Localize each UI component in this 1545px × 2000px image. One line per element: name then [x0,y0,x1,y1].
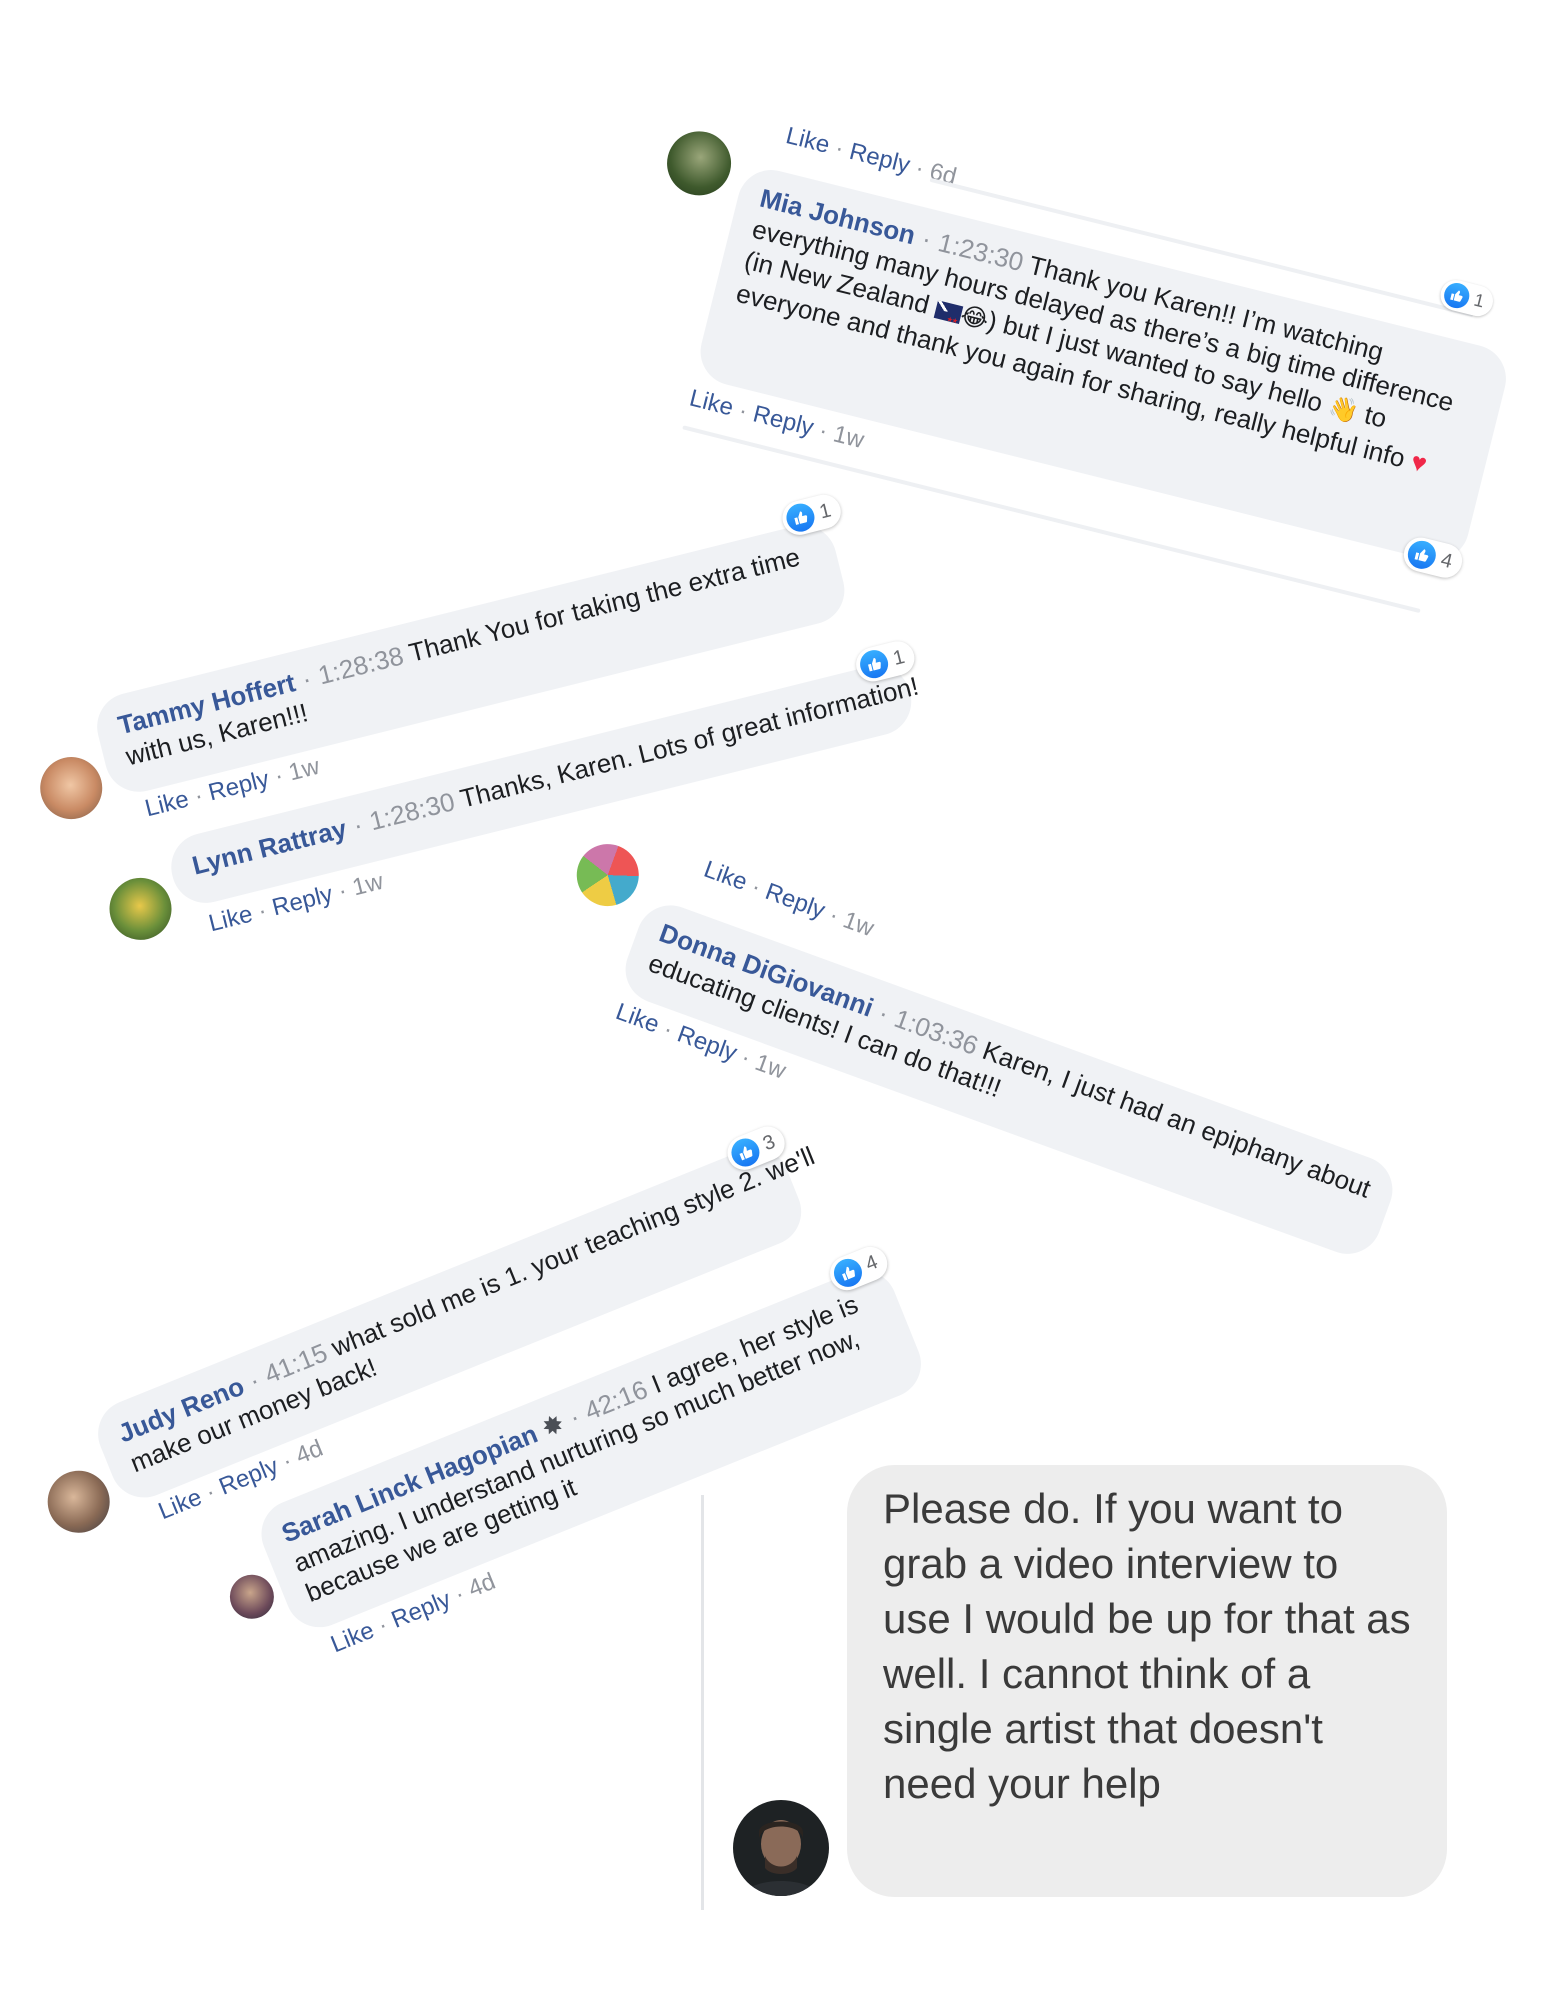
person-icon [733,1800,829,1896]
reply-link[interactable]: Reply [750,400,816,441]
like-link[interactable]: Like [206,900,255,937]
video-timestamp[interactable]: 1:28:30 [366,786,457,836]
waving-hand-emoji-icon: 👋 [1325,393,1362,427]
thumbs-up-icon [857,647,892,682]
reply-link[interactable]: Reply [269,880,335,921]
avatar[interactable] [33,750,109,826]
avatar[interactable] [102,871,179,947]
like-count: 1 [817,498,834,523]
reply-link[interactable]: Reply [847,138,913,179]
avatar[interactable] [660,124,738,203]
comment-text-line: to [1361,399,1390,434]
reaction-count[interactable]: 1 [778,491,845,539]
reaction-count[interactable]: 1 [1437,276,1497,320]
comment-age: 1w [349,867,386,902]
divider [701,1495,704,1910]
thumbs-up-icon [727,1134,764,1171]
message-bubble: Please do. If you want to grab a video i… [847,1465,1447,1897]
like-count: 4 [862,1250,881,1276]
thumbs-up-icon [1441,280,1473,311]
like-link[interactable]: Like [700,856,751,896]
comment-age: 1w [285,752,323,787]
comment-age: 1w [830,420,867,454]
reply-link[interactable]: Reply [762,878,829,924]
avatar[interactable] [38,1461,120,1543]
avatar[interactable] [223,1568,281,1626]
avatar[interactable] [568,835,648,915]
like-count: 1 [890,645,907,670]
heart-emoji-icon: ♥ [1407,446,1431,479]
commenter-name[interactable]: Lynn Rattray [189,813,350,880]
like-count: 4 [1438,548,1455,573]
thumbs-up-icon [1404,537,1439,572]
like-link[interactable]: Like [687,385,736,422]
new-zealand-flag-icon [933,300,963,325]
like-link[interactable]: Like [142,785,191,822]
like-link[interactable]: Like [783,122,832,159]
thumbs-up-icon [783,500,818,535]
thumbs-up-icon [829,1254,867,1292]
message-text: Please do. If you want to grab a video i… [883,1485,1411,1807]
avatar[interactable] [733,1800,829,1896]
like-count: 3 [759,1130,779,1155]
like-count: 1 [1471,289,1487,312]
